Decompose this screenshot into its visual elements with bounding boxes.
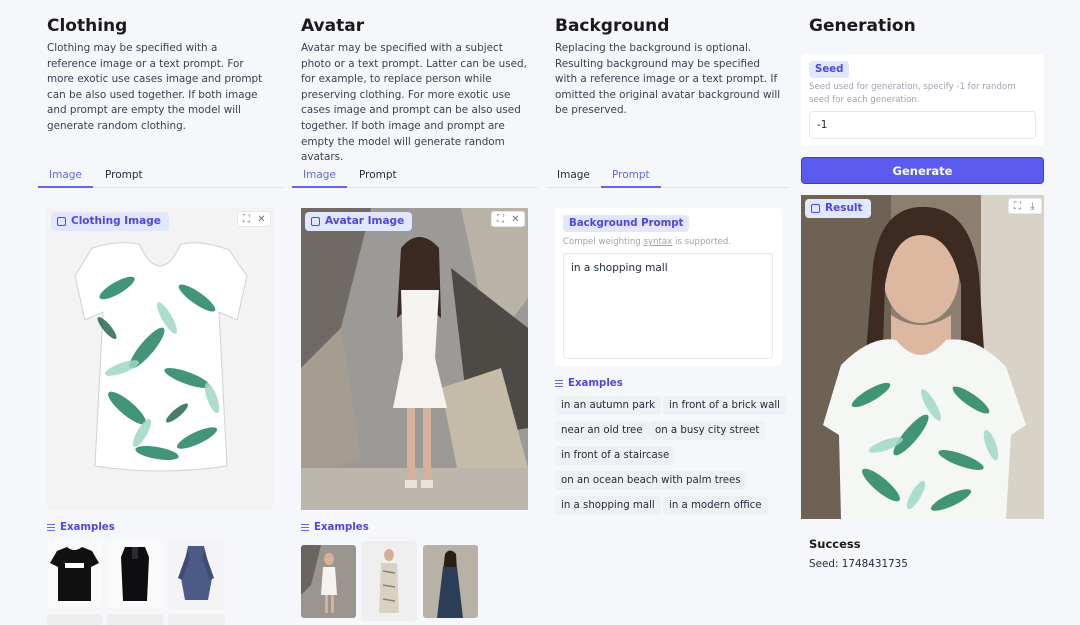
image-icon bbox=[57, 217, 66, 226]
list-icon bbox=[47, 523, 55, 532]
avatar-example-2[interactable] bbox=[361, 541, 417, 621]
example-chip[interactable]: in front of a brick wall bbox=[663, 396, 786, 415]
avatar-title: Avatar bbox=[301, 16, 365, 36]
background-description: Replacing the background is optional. Re… bbox=[555, 42, 781, 117]
background-examples-text: Examples bbox=[568, 378, 623, 389]
status-text: Success bbox=[809, 537, 861, 551]
clothing-example-6[interactable] bbox=[168, 614, 225, 625]
result-image-panel bbox=[801, 195, 1044, 519]
avatar-example-1[interactable] bbox=[301, 545, 356, 618]
fullscreen-icon[interactable]: ⛶ bbox=[1011, 200, 1024, 212]
generate-button[interactable]: Generate bbox=[801, 157, 1044, 184]
clothing-example-1[interactable] bbox=[47, 541, 102, 607]
list-icon bbox=[301, 523, 309, 532]
image-icon bbox=[811, 204, 820, 213]
result-label: Result bbox=[805, 199, 871, 218]
tab-background-prompt[interactable]: Prompt bbox=[601, 166, 661, 188]
background-examples-label: Examples bbox=[555, 378, 623, 389]
background-prompt-card: Background Prompt Compel weighting synta… bbox=[555, 208, 782, 366]
clothing-examples-label: Examples bbox=[47, 522, 115, 533]
avatar-examples-label: Examples bbox=[301, 522, 369, 533]
example-chip[interactable]: on a busy city street bbox=[649, 421, 766, 440]
example-chip[interactable]: on an ocean beach with palm trees bbox=[555, 471, 747, 490]
avatar-image-label-text: Avatar Image bbox=[325, 215, 405, 227]
image-icon bbox=[311, 217, 320, 226]
clothing-corner-buttons: ⛶ ✕ bbox=[237, 211, 271, 227]
tab-clothing-prompt[interactable]: Prompt bbox=[94, 166, 154, 188]
background-prompt-label: Background Prompt bbox=[563, 215, 690, 232]
background-title: Background bbox=[555, 16, 670, 36]
generation-title: Generation bbox=[809, 16, 916, 36]
clothing-image-label: Clothing Image bbox=[51, 212, 169, 231]
syntax-link[interactable]: syntax bbox=[644, 237, 673, 247]
avatar-tabs: Image Prompt bbox=[292, 166, 538, 188]
avatar-image bbox=[301, 208, 528, 510]
result-image bbox=[801, 195, 1044, 519]
result-corner-buttons: ⛶ ⤓ bbox=[1008, 198, 1042, 214]
clothing-example-4[interactable] bbox=[47, 614, 102, 625]
background-prompt-hint-post: is supported. bbox=[672, 237, 732, 247]
seed-input[interactable]: -1 bbox=[809, 111, 1036, 139]
tab-avatar-prompt[interactable]: Prompt bbox=[348, 166, 408, 188]
avatar-examples-text: Examples bbox=[314, 522, 369, 533]
close-icon[interactable]: ✕ bbox=[509, 213, 522, 225]
download-icon[interactable]: ⤓ bbox=[1026, 200, 1039, 212]
close-icon[interactable]: ✕ bbox=[255, 213, 268, 225]
clothing-example-2[interactable] bbox=[107, 541, 163, 607]
fullscreen-icon[interactable]: ⛶ bbox=[240, 213, 253, 225]
background-prompt-input[interactable]: in a shopping mall bbox=[563, 253, 773, 359]
avatar-corner-buttons: ⛶ ✕ bbox=[491, 211, 525, 227]
background-prompt-hint-pre: Compel weighting bbox=[563, 237, 644, 247]
seed-label: Seed bbox=[809, 61, 850, 78]
list-icon bbox=[555, 379, 563, 388]
clothing-title: Clothing bbox=[47, 16, 128, 36]
example-chip[interactable]: in a modern office bbox=[663, 496, 768, 515]
clothing-image bbox=[74, 242, 248, 472]
avatar-example-3[interactable] bbox=[423, 545, 478, 618]
tab-avatar-image[interactable]: Image bbox=[292, 166, 347, 188]
example-chip[interactable]: in a shopping mall bbox=[555, 496, 661, 515]
tab-clothing-image[interactable]: Image bbox=[38, 166, 93, 188]
seed-hint: Seed used for generation, specify -1 for… bbox=[809, 82, 1016, 105]
avatar-image-panel[interactable] bbox=[301, 208, 528, 510]
seed-card: Seed Seed used for generation, specify -… bbox=[801, 54, 1044, 146]
avatar-description: Avatar may be specified with a subject p… bbox=[301, 42, 527, 164]
background-prompt-hint: Compel weighting syntax is supported. bbox=[563, 236, 731, 249]
clothing-image-label-text: Clothing Image bbox=[71, 215, 161, 227]
clothing-example-3[interactable] bbox=[168, 538, 225, 610]
clothing-tabs: Image Prompt bbox=[38, 166, 284, 188]
example-chip[interactable]: in an autumn park bbox=[555, 396, 662, 415]
result-label-text: Result bbox=[825, 202, 863, 214]
clothing-example-5[interactable] bbox=[107, 614, 163, 625]
clothing-examples-text: Examples bbox=[60, 522, 115, 533]
fullscreen-icon[interactable]: ⛶ bbox=[494, 213, 507, 225]
example-chip[interactable]: near an old tree bbox=[555, 421, 649, 440]
avatar-image-label: Avatar Image bbox=[305, 212, 413, 231]
clothing-image-panel[interactable] bbox=[47, 208, 273, 510]
background-tabs: Image Prompt bbox=[546, 166, 790, 188]
example-chip[interactable]: in front of a staircase bbox=[555, 446, 676, 465]
seed-result: Seed: 1748431735 bbox=[809, 558, 908, 570]
tab-background-image[interactable]: Image bbox=[546, 166, 601, 188]
clothing-description: Clothing may be specified with a referen… bbox=[47, 42, 263, 132]
